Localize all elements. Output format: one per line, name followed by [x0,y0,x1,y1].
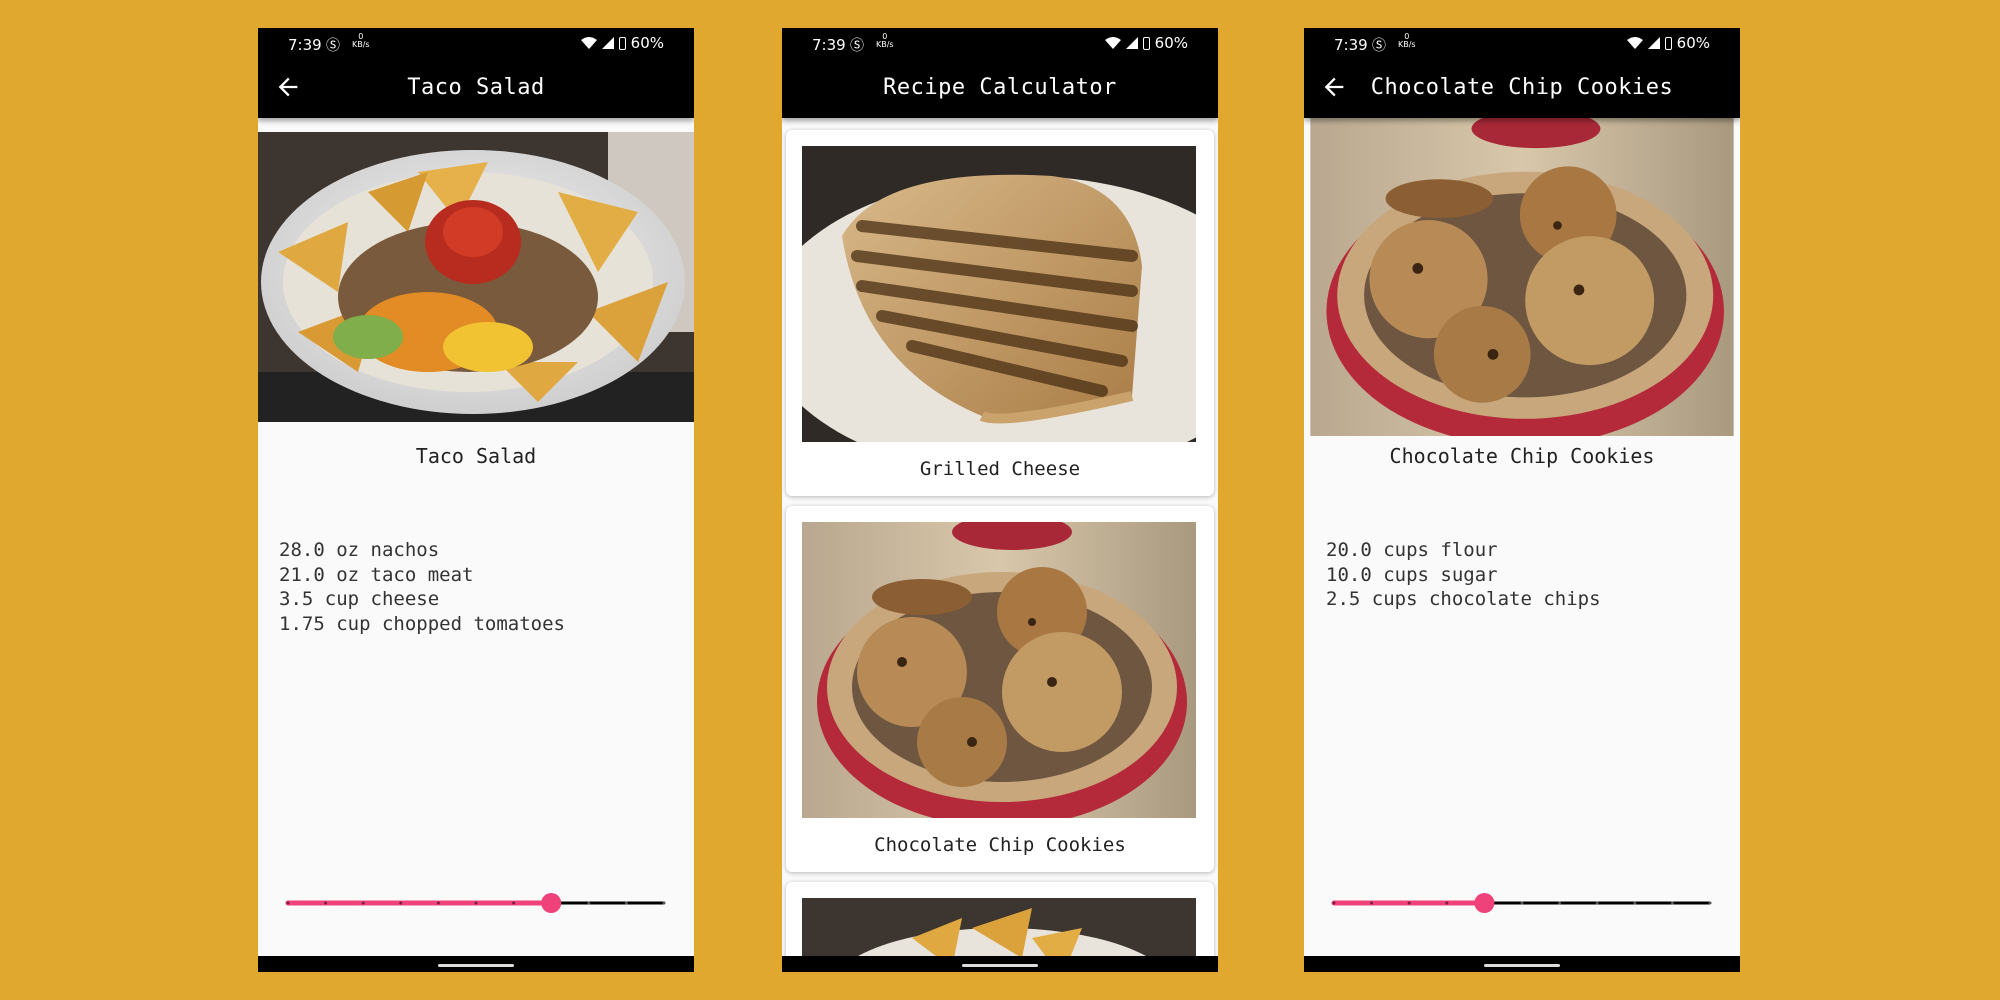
ingredient-item: 3.5 cup cheese [279,588,440,610]
app-bar: Recipe Calculator [782,60,1218,118]
status-time: 7:39 [812,36,846,54]
slider-tick [662,901,666,905]
battery-level: 60% [630,34,664,52]
slider-thumb[interactable] [541,893,562,913]
nav-bar [782,956,1218,972]
home-gesture-handle[interactable] [962,964,1038,967]
ingredient-item: 21.0 oz taco meat [279,563,474,586]
page-title: Taco Salad [407,75,545,100]
network-speed: 0 KB/s [352,32,370,49]
slider-tick [474,901,478,905]
recipe-title: Chocolate Chip Cookies [1389,444,1655,468]
wifi-icon [580,37,597,49]
slider-tick [1558,901,1562,905]
recipe-card-grilled-cheese[interactable]: Grilled Cheese [786,130,1214,496]
ingredient-item: 10.0 cups sugar [1326,563,1498,586]
serving-slider[interactable] [1330,888,1714,918]
signal-icon [601,37,614,49]
slider-tick [1520,901,1524,905]
slider-tick [1708,901,1712,905]
recipe-card-title: Grilled Cheese [919,458,1081,480]
home-gesture-handle[interactable] [438,964,514,967]
battery-icon [618,36,626,50]
slider-tick [1445,901,1449,905]
slider-tick [1633,901,1637,905]
cookies-photo [802,522,1196,818]
grilled-cheese-photo [802,146,1196,442]
ingredient-item: 1.75 cup chopped tomatoes [279,612,565,635]
ingredient-item: 28.0 oz nachos [279,539,440,561]
cookies-photo [1310,118,1734,436]
slider-tick [1332,901,1336,905]
app-bar: Chocolate Chip Cookies [1304,60,1740,118]
page-title: Chocolate Chip Cookies [1370,75,1674,100]
sync-icon: Ⓢ [326,38,340,54]
status-time: 7:39 [288,36,322,54]
status-bar: 7:39 Ⓢ 0 KB/s 60% [782,28,1218,60]
ingredient-list: 20.0 cups flour 10.0 cups sugar 2.5 cups… [1326,538,1601,612]
slider-tick [436,901,440,905]
slider-tick [361,901,365,905]
slider-tick [1370,901,1374,905]
taco-salad-photo [258,132,694,422]
wifi-icon [1626,37,1643,49]
ingredient-list: 28.0 oz nachos 21.0 oz taco meat 3.5 cup… [279,538,565,636]
slider-tick [512,901,516,905]
nav-bar [258,956,694,972]
slider-tick [1595,901,1599,905]
sync-icon: Ⓢ [1372,38,1386,54]
status-bar: 7:39 Ⓢ 0 KB/s 60% [258,28,694,60]
home-gesture-handle[interactable] [1484,964,1560,967]
network-speed: 0 KB/s [1398,32,1416,49]
slider-tick [399,901,403,905]
status-bar: 7:39 Ⓢ 0 KB/s 60% [1304,28,1740,60]
slider-tick [286,901,290,905]
sync-icon: Ⓢ [850,38,864,54]
recipe-list-screen: 7:39 Ⓢ 0 KB/s 60% Recipe Calculator Grill… [782,28,1218,972]
recipe-card-title: Chocolate Chip Cookies [874,834,1126,856]
slider-tick [1670,901,1674,905]
recipe-title: Taco Salad [415,444,537,468]
battery-icon [1664,36,1672,50]
battery-level: 60% [1676,34,1710,52]
slider-tick [587,901,591,905]
slider-tick [624,901,628,905]
app-bar: Taco Salad [258,60,694,118]
slider-tick [324,901,328,905]
nav-bar [1304,956,1740,972]
cookies-screen: 7:39 Ⓢ 0 KB/s 60% Chocolate Chip Cookies … [1304,28,1740,972]
battery-icon [1142,36,1150,50]
battery-level: 60% [1154,34,1188,52]
wifi-icon [1104,37,1121,49]
taco-salad-screen: 7:39 Ⓢ 0 KB/s 60% Taco Salad Taco Salad … [258,28,694,972]
recipe-card-chocolate-chip-cookies[interactable]: Chocolate Chip Cookies [786,506,1214,872]
slider-tick [1407,901,1411,905]
serving-slider[interactable] [284,888,668,918]
slider-thumb[interactable] [1474,893,1495,913]
status-time: 7:39 [1334,36,1368,54]
signal-icon [1647,37,1660,49]
signal-icon [1125,37,1138,49]
ingredient-item: 2.5 cups chocolate chips [1326,588,1601,610]
ingredient-item: 20.0 cups flour [1326,539,1498,561]
page-title: Recipe Calculator [883,75,1117,100]
network-speed: 0 KB/s [876,32,894,49]
